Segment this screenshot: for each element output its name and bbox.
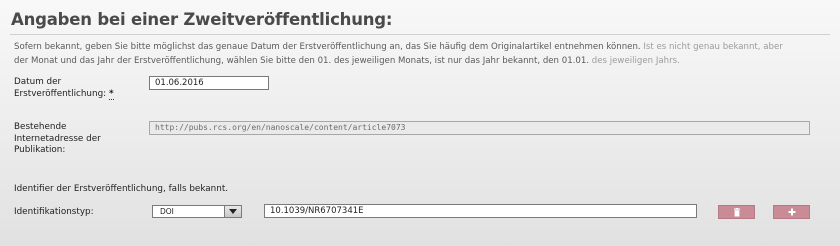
delete-identifier-button[interactable] xyxy=(718,205,755,219)
intro-text-line-1: Sofern bekannt, geben Sie bitte möglichs… xyxy=(14,42,783,52)
intro-text-line-2: der Monat und das Jahr der Erstveröffent… xyxy=(14,56,680,66)
trash-icon xyxy=(733,207,741,217)
identifier-input[interactable]: 10.1039/NR6707341E xyxy=(264,204,697,218)
chevron-down-icon[interactable] xyxy=(224,206,241,217)
plus-icon xyxy=(788,208,796,216)
intro-text-faded: des jeweiligen Jahrs. xyxy=(589,56,680,66)
identifier-type-select[interactable]: DOI xyxy=(152,205,242,218)
date-label-text: Erstveröffentlichung: xyxy=(14,88,107,99)
required-marker: * xyxy=(108,88,114,100)
identifier-type-label: Identifikationstyp: xyxy=(14,207,94,217)
date-label: Datum der Erstveröffentlichung: * xyxy=(14,77,114,100)
divider xyxy=(10,34,830,35)
url-label-line: Publikation: xyxy=(14,145,66,155)
section-title: Angaben bei einer Zweitveröffentlichung: xyxy=(11,10,393,29)
date-label-line: Erstveröffentlichung: * xyxy=(14,88,114,101)
identifier-hint: Identifier der Erstveröffentlichung, fal… xyxy=(14,184,229,194)
identifier-type-value: DOI xyxy=(160,207,174,216)
date-input[interactable]: 01.06.2016 xyxy=(149,76,269,90)
intro-text: Sofern bekannt, geben Sie bitte möglichs… xyxy=(14,42,641,52)
add-identifier-button[interactable] xyxy=(773,205,810,219)
url-input[interactable]: http://pubs.rcs.org/en/nanoscale/content… xyxy=(149,121,810,135)
url-label-line: Internetadresse der xyxy=(14,133,101,144)
date-label-line: Datum der xyxy=(14,77,62,87)
intro-text-faded: Ist es nicht genau bekannt, aber xyxy=(640,42,783,52)
intro-text: der Monat und das Jahr der Erstveröffent… xyxy=(14,56,590,66)
url-label-line: Bestehende xyxy=(14,122,67,132)
url-label: Bestehende Internetadresse der Publikati… xyxy=(14,122,101,157)
